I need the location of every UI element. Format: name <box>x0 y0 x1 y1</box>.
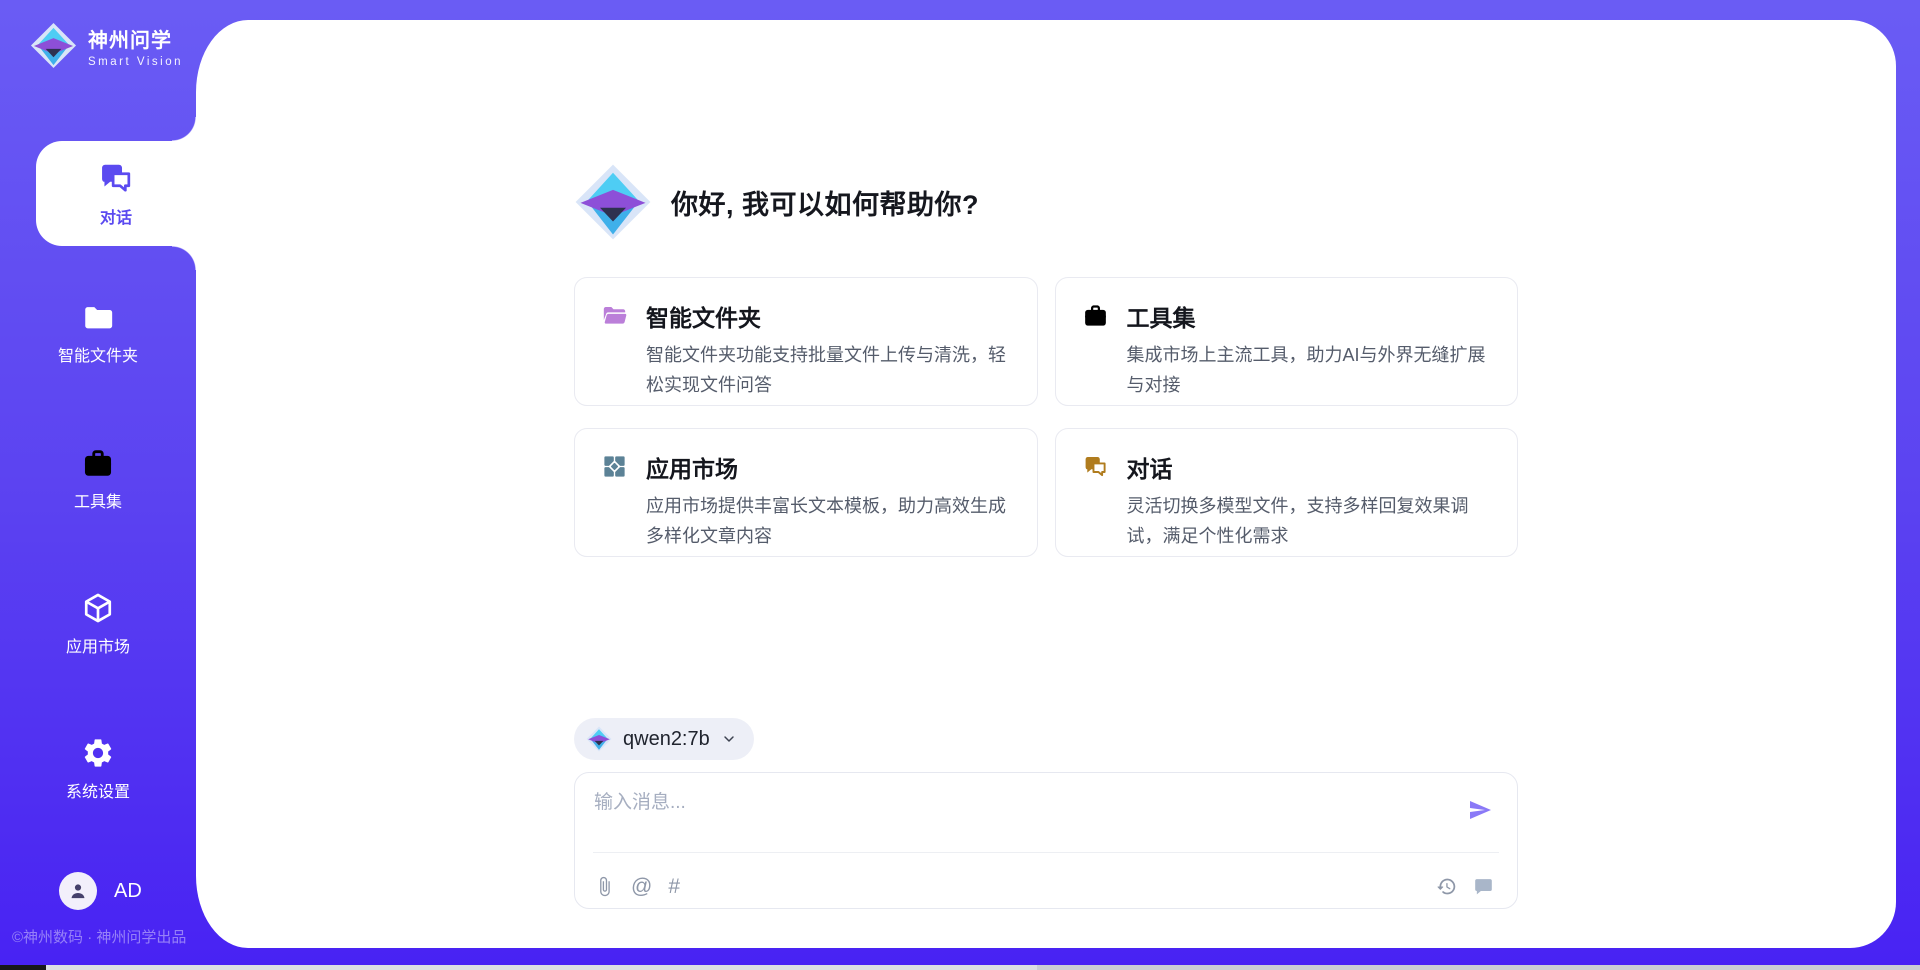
card-chat[interactable]: 对话 灵活切换多模型文件，支持多样回复效果调试，满足个性化需求 <box>1055 428 1519 557</box>
brand-name: 神州问学 <box>88 24 183 53</box>
cube-icon <box>81 591 115 625</box>
send-button[interactable] <box>1468 798 1492 822</box>
card-smart-folder[interactable]: 智能文件夹 智能文件夹功能支持批量文件上传与清洗，轻松实现文件问答 <box>574 277 1038 406</box>
sidebar-item-label: 智能文件夹 <box>58 342 138 366</box>
tab-fillet-top <box>172 117 196 141</box>
chat-icon <box>1082 453 1109 480</box>
history-icon[interactable] <box>1436 876 1457 897</box>
sidebar-item-settings[interactable]: 系统设置 <box>0 734 196 804</box>
hash-icon[interactable]: # <box>668 876 680 897</box>
card-title: 工具集 <box>1127 299 1496 333</box>
card-toolset[interactable]: 工具集 集成市场上主流工具，助力AI与外界无缝扩展与对接 <box>1055 277 1519 406</box>
brand-gem-icon <box>30 22 77 69</box>
sidebar: 神州问学 Smart Vision 对话 智能文件夹 工具集 应用市场 系统设置… <box>0 0 196 970</box>
sidebar-item-label: 系统设置 <box>66 778 130 802</box>
card-description: 智能文件夹功能支持批量文件上传与清洗，轻松实现文件问答 <box>646 340 1015 400</box>
mention-icon[interactable]: @ <box>631 876 652 897</box>
chevron-down-icon <box>721 731 737 747</box>
gear-icon <box>81 736 115 770</box>
copyright-text: ©神州数码 · 神州问学出品 <box>12 926 186 947</box>
model-selector[interactable]: qwen2:7b <box>574 718 754 760</box>
window-bottom-edge <box>0 965 1920 970</box>
greeting-text: 你好, 我可以如何帮助你? <box>671 183 979 222</box>
message-input[interactable]: 输入消息... <box>594 787 1447 845</box>
message-composer: 输入消息... @ # <box>574 772 1518 909</box>
grid-icon <box>601 453 628 480</box>
tab-fillet-bottom <box>172 246 196 270</box>
main-panel: 你好, 我可以如何帮助你? 智能文件夹 智能文件夹功能支持批量文件上传与清洗，轻… <box>196 20 1896 948</box>
card-description: 灵活切换多模型文件，支持多样回复效果调试，满足个性化需求 <box>1127 491 1496 551</box>
card-title: 应用市场 <box>646 450 1015 484</box>
send-icon <box>1468 798 1492 822</box>
model-name: qwen2:7b <box>623 728 710 751</box>
card-description: 集成市场上主流工具，助力AI与外界无缝扩展与对接 <box>1127 340 1496 400</box>
chat-bubble-icon[interactable] <box>1473 876 1494 897</box>
user-account[interactable]: AD <box>59 872 142 910</box>
sidebar-item-app-market[interactable]: 应用市场 <box>0 589 196 659</box>
model-gem-icon <box>586 726 612 752</box>
sidebar-item-chat[interactable]: 对话 <box>36 141 196 246</box>
brand-tagline: Smart Vision <box>88 56 183 68</box>
folder-open-icon <box>601 302 628 329</box>
sidebar-item-toolset[interactable]: 工具集 <box>0 444 196 514</box>
sidebar-item-smart-folder[interactable]: 智能文件夹 <box>0 298 196 368</box>
card-title: 对话 <box>1127 450 1496 484</box>
feature-cards: 智能文件夹 智能文件夹功能支持批量文件上传与清洗，轻松实现文件问答 工具集 集成… <box>574 277 1518 557</box>
sidebar-item-label: 对话 <box>100 204 132 228</box>
composer-divider <box>593 852 1499 853</box>
greeting-block: 你好, 我可以如何帮助你? <box>574 20 1518 241</box>
sidebar-item-label: 工具集 <box>74 488 122 512</box>
person-icon <box>67 880 89 902</box>
brand-gem-icon <box>574 163 652 241</box>
attach-file-icon[interactable] <box>594 876 615 897</box>
toolbox-icon <box>81 446 115 480</box>
sidebar-item-label: 应用市场 <box>66 633 130 657</box>
card-title: 智能文件夹 <box>646 299 1015 333</box>
avatar <box>59 872 97 910</box>
card-app-market[interactable]: 应用市场 应用市场提供丰富长文本模板，助力高效生成多样化文章内容 <box>574 428 1038 557</box>
user-initials: AD <box>114 880 142 903</box>
card-description: 应用市场提供丰富长文本模板，助力高效生成多样化文章内容 <box>646 491 1015 551</box>
toolbox-icon <box>1082 302 1109 329</box>
folder-icon <box>81 300 115 334</box>
chat-icon <box>97 159 135 197</box>
brand-logo: 神州问学 Smart Vision <box>30 22 183 69</box>
